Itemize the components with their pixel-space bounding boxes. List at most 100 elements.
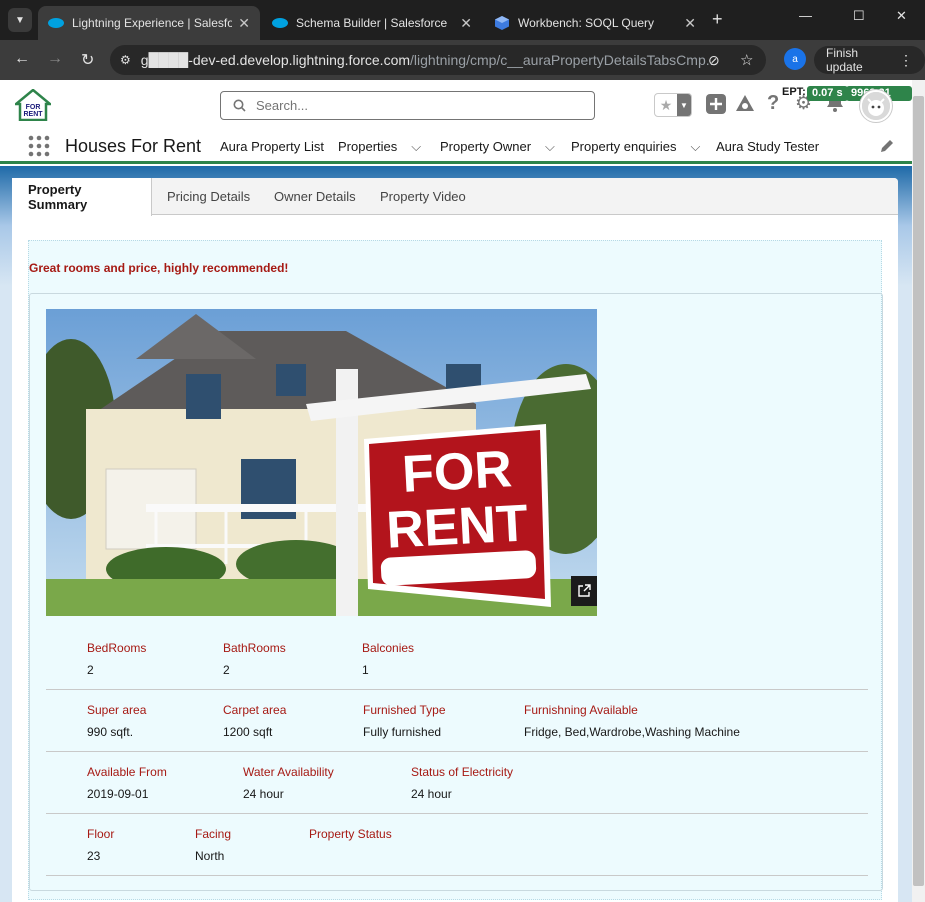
nav-item-aura-property-list[interactable]: Aura Property List <box>220 139 324 154</box>
favorites-star-button[interactable]: ★ ▼ <box>654 93 692 117</box>
tab-title: Schema Builder | Salesforce <box>296 16 448 30</box>
field-label-water-availability: Water Availability <box>243 765 334 779</box>
search-icon <box>233 99 246 112</box>
eye-slash-icon[interactable]: ⊘ <box>708 52 720 69</box>
field-value-water-availability: 24 hour <box>243 787 284 801</box>
recommendation-text: Great rooms and price, highly recommende… <box>29 261 289 275</box>
property-info-box: FOR RENT BedRooms 2 BathRooms 2 Balconie… <box>29 293 883 891</box>
site-info-icon[interactable]: ⚙ <box>120 53 131 67</box>
forward-arrow-icon[interactable]: → <box>47 50 63 68</box>
field-label-floor: Floor <box>87 827 115 841</box>
window-close-icon[interactable]: ✕ <box>896 8 907 24</box>
nav-item-label: Aura Property List <box>220 139 325 154</box>
star-icon: ★ <box>659 96 673 113</box>
ept-label: EPT: <box>782 86 806 98</box>
row-divider <box>46 875 868 876</box>
app-launcher-icon[interactable] <box>28 135 50 162</box>
nav-item-properties[interactable]: Properties ⌵ <box>338 139 421 155</box>
page-scrollbar-thumb[interactable] <box>913 96 924 886</box>
tab-property-summary[interactable]: Property Summary <box>12 178 152 216</box>
tab-label: Owner Details <box>274 189 356 204</box>
finish-update-label: Finish update <box>826 46 863 74</box>
trailhead-icon[interactable] <box>735 94 755 119</box>
user-avatar-icon <box>862 92 890 120</box>
close-icon[interactable]: ✕ <box>238 15 250 32</box>
sign-text-line2: RENT <box>385 494 530 559</box>
browser-tab-strip: ▼ Lightning Experience | Salesforce ✕ Sc… <box>0 0 925 40</box>
nav-item-property-enquiries[interactable]: Property enquiries ⌵ <box>571 139 700 155</box>
field-label-furnishing-available: Furnishning Available <box>524 703 638 717</box>
property-details-card: Property Summary Pricing Details Owner D… <box>12 178 898 902</box>
more-vert-icon[interactable]: ⋮ <box>899 52 913 69</box>
field-label-status-of-electricity: Status of Electricity <box>411 765 514 779</box>
close-icon[interactable]: ✕ <box>460 15 472 32</box>
browser-tab-workbench[interactable]: Workbench: SOQL Query ✕ <box>484 6 706 40</box>
profile-avatar[interactable]: a <box>784 48 806 70</box>
field-value-carpet-area: 1200 sqft <box>223 725 273 739</box>
user-avatar[interactable] <box>860 90 892 122</box>
houses-for-rent-logo[interactable]: FOR RENT <box>12 88 54 122</box>
tab-property-video[interactable]: Property Video <box>364 178 482 215</box>
global-header: FOR RENT Search... ★ ▼ ? ⚙ EPT: 0.07 s 9… <box>0 80 912 132</box>
url-path: /lightning/cmp/c__auraPropertyDetailsTab… <box>410 52 718 68</box>
app-name: Houses For Rent <box>65 136 202 156</box>
tab-label: Property Summary <box>28 182 88 212</box>
property-photo: FOR RENT <box>46 309 597 616</box>
row-divider <box>46 689 868 690</box>
row-divider <box>46 751 868 752</box>
finish-update-button[interactable]: Finish update ⋮ <box>814 46 925 74</box>
maximize-icon[interactable]: ☐ <box>853 8 865 24</box>
url-host: g████-dev-ed.develop.lightning.force.com <box>140 52 411 68</box>
tab-pricing-details[interactable]: Pricing Details <box>151 178 266 215</box>
edit-nav-pencil-icon[interactable] <box>880 139 894 158</box>
field-value-floor: 23 <box>87 849 101 863</box>
nav-item-property-owner[interactable]: Property Owner ⌵ <box>440 139 555 155</box>
field-label-property-status: Property Status <box>309 827 392 841</box>
field-value-furnishing-available: Fridge, Bed,Wardrobe,Washing Machine <box>524 725 740 739</box>
reload-icon[interactable]: ↻ <box>81 50 94 70</box>
field-value-bathrooms: 2 <box>223 663 230 677</box>
tab-label: Property Video <box>380 189 466 204</box>
tab-title: Workbench: SOQL Query <box>518 16 655 30</box>
tab-title: Lightning Experience | Salesforce <box>72 16 233 30</box>
nav-item-label: Aura Study Tester <box>716 139 820 154</box>
browser-tab-lightning[interactable]: Lightning Experience | Salesforce ✕ <box>38 6 260 40</box>
field-label-bedrooms: BedRooms <box>87 641 147 655</box>
nav-item-label: Property enquiries <box>571 139 677 154</box>
sign-text-line1: FOR <box>401 440 514 504</box>
ept-value-badge: 0.07 s <box>807 86 848 101</box>
nav-item-aura-study-tester[interactable]: Aura Study Tester <box>716 139 819 154</box>
chevron-down-icon[interactable]: ⌵ <box>545 139 555 154</box>
chevron-down-icon[interactable]: ⌵ <box>691 139 701 154</box>
search-placeholder: Search... <box>256 98 309 113</box>
field-value-status-of-electricity: 24 hour <box>411 787 452 801</box>
field-value-furnished-type: Fully furnished <box>363 725 442 739</box>
global-actions-plus-icon[interactable] <box>706 94 726 119</box>
omnibox[interactable]: ⚙ g████-dev-ed.develop.lightning.force.c… <box>110 45 766 75</box>
property-summary-panel: Great rooms and price, highly recommende… <box>28 240 883 900</box>
global-search-input[interactable]: Search... <box>220 91 595 120</box>
back-arrow-icon[interactable]: ← <box>14 50 30 68</box>
close-icon[interactable]: ✕ <box>684 15 696 32</box>
row-divider <box>46 813 868 814</box>
nav-item-label: Property Owner <box>440 139 532 154</box>
field-value-facing: North <box>195 849 225 863</box>
field-label-available-from: Available From <box>87 765 167 779</box>
field-label-facing: Facing <box>195 827 232 841</box>
tab-search-button[interactable]: ▼ <box>8 8 32 32</box>
browser-tab-schema-builder[interactable]: Schema Builder | Salesforce ✕ <box>262 6 482 40</box>
open-external-icon[interactable] <box>571 576 597 606</box>
tab-label: Pricing Details <box>167 189 251 204</box>
chevron-down-icon[interactable]: ⌵ <box>411 139 421 154</box>
minimize-icon[interactable]: — <box>799 8 812 23</box>
field-label-bathrooms: BathRooms <box>223 641 286 655</box>
property-tabs: Property Summary Pricing Details Owner D… <box>12 178 898 216</box>
app-navigation-bar: Houses For Rent Aura Property List Prope… <box>0 132 912 164</box>
bookmark-star-icon[interactable]: ☆ <box>740 51 753 69</box>
new-tab-plus-icon[interactable]: + <box>712 9 723 30</box>
chevron-down-icon[interactable]: ▼ <box>677 94 691 116</box>
help-icon[interactable]: ? <box>767 92 779 115</box>
workbench-cube-icon <box>494 15 510 31</box>
tab-owner-details[interactable]: Owner Details <box>258 178 372 215</box>
nav-item-label: Properties <box>338 139 398 154</box>
